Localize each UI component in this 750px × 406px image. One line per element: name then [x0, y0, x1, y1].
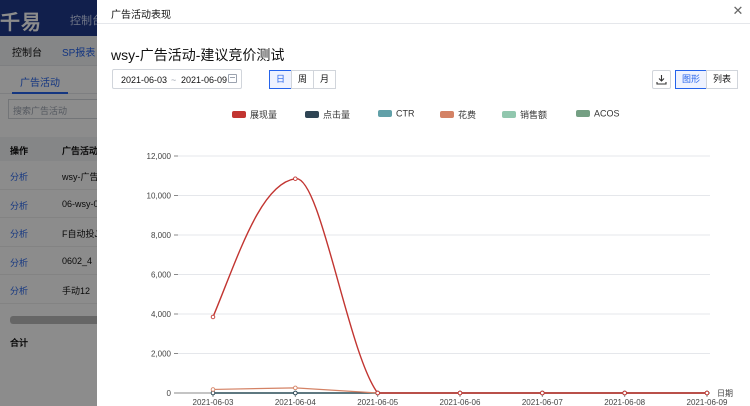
x-tick-label: 2021-06-08	[604, 398, 645, 406]
performance-line-chart: 0 2,000 4,000 6,000 8,000 10,000 12,000 2021-06…	[147, 152, 733, 406]
series-line	[212, 178, 707, 394]
x-tick-label: 2021-06-05	[357, 398, 398, 406]
data-point	[457, 390, 463, 396]
campaign-title: wsy-广告活动-建议竞价测试	[111, 47, 285, 63]
data-point	[210, 387, 216, 392]
view-list-button[interactable]: 列表	[706, 70, 738, 89]
data-point	[375, 390, 380, 396]
chart-legend: 展现量 点击量 CTR 花费 销售额 ACOS	[97, 108, 750, 122]
data-point	[293, 385, 298, 391]
data-point	[293, 176, 298, 181]
y-tick-label: 8,000	[151, 231, 172, 240]
campaign-performance-modal: 广告活动表现 ✕ wsy-广告活动-建议竞价测试 2021-06-03 ~ 20…	[97, 0, 750, 406]
legend-item-sales[interactable]: 销售额	[502, 108, 547, 121]
legend-item-cost[interactable]: 花费	[440, 108, 476, 121]
x-tick-label: 2021-06-07	[522, 398, 563, 406]
x-axis-label: 日期	[717, 389, 733, 398]
calendar-icon	[228, 74, 237, 83]
data-point	[540, 390, 545, 396]
x-tick-label: 2021-06-06	[440, 398, 481, 406]
modal-title: 广告活动表现	[111, 10, 171, 21]
download-button[interactable]	[652, 70, 671, 89]
legend-item-ctr[interactable]: CTR	[378, 108, 415, 119]
data-point	[210, 314, 216, 320]
legend-item-clicks[interactable]: 点击量	[305, 108, 350, 121]
legend-swatch	[378, 110, 392, 118]
y-tick-label: 6,000	[151, 271, 172, 280]
data-point	[210, 390, 216, 396]
y-tick-label: 10,000	[147, 192, 172, 201]
legend-swatch	[232, 111, 246, 118]
legend-swatch	[576, 110, 590, 118]
granularity-week[interactable]: 周	[291, 70, 314, 89]
y-tick-label: 4,000	[151, 310, 172, 319]
legend-swatch	[305, 111, 319, 118]
view-chart-button[interactable]: 图形	[675, 70, 707, 89]
x-tick-label: 2021-06-03	[193, 398, 234, 406]
data-point	[622, 390, 627, 396]
modal-header: 广告活动表现 ✕	[97, 0, 750, 24]
granularity-month[interactable]: 月	[313, 70, 336, 89]
legend-swatch	[440, 111, 454, 118]
y-tick-label: 12,000	[147, 152, 172, 161]
legend-item-impressions[interactable]: 展现量	[232, 108, 277, 121]
legend-item-acos[interactable]: ACOS	[576, 108, 620, 119]
y-tick-label: 2,000	[151, 350, 172, 359]
data-point	[704, 390, 710, 396]
y-tick-label: 0	[167, 389, 172, 398]
legend-swatch	[502, 111, 516, 118]
close-icon[interactable]: ✕	[731, 4, 745, 18]
x-tick-label: 2021-06-09	[687, 398, 728, 406]
date-end: 2021-06-09	[181, 75, 228, 85]
date-start: 2021-06-03	[121, 75, 168, 85]
granularity-day[interactable]: 日	[269, 70, 292, 89]
date-range-picker[interactable]: 2021-06-03 ~ 2021-06-09	[112, 69, 242, 89]
date-separator: ~	[171, 75, 177, 85]
data-point	[293, 390, 298, 396]
x-tick-label: 2021-06-04	[275, 398, 316, 406]
download-icon	[656, 75, 667, 85]
